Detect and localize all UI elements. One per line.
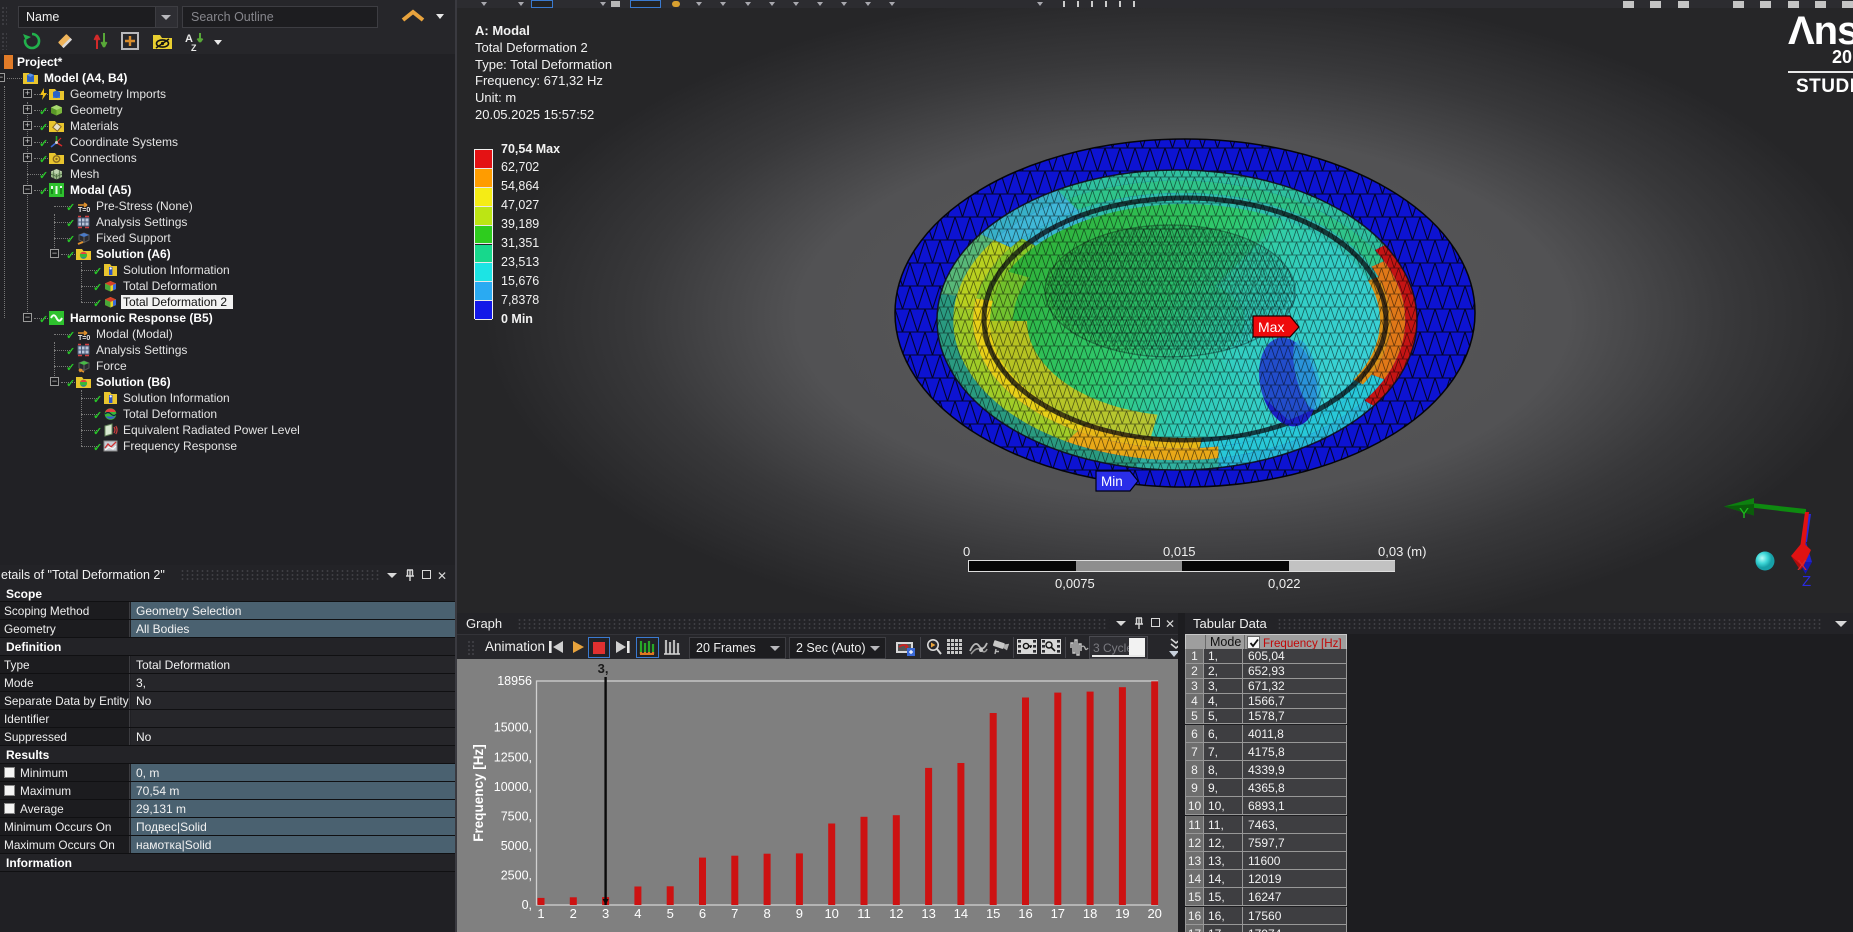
svg-text:12500,: 12500, [494, 750, 532, 764]
svg-text:20: 20 [1147, 906, 1161, 921]
svg-text:T=0: T=0 [78, 335, 90, 341]
svg-text:2: 2 [570, 906, 577, 921]
svg-text:Z: Z [1802, 573, 1811, 590]
svg-text:7: 7 [731, 906, 738, 921]
svg-text:8: 8 [763, 906, 770, 921]
svg-text:12: 12 [889, 906, 903, 921]
svg-text:14: 14 [954, 906, 968, 921]
svg-text:18956: 18956 [497, 674, 532, 688]
svg-text:15: 15 [986, 906, 1000, 921]
svg-text:10000,: 10000, [494, 780, 532, 794]
svg-text:16: 16 [1018, 906, 1032, 921]
svg-text:Frequency [Hz]: Frequency [Hz] [471, 744, 486, 842]
svg-text:19: 19 [1115, 906, 1129, 921]
svg-text:Min: Min [1101, 474, 1123, 489]
svg-text:6: 6 [699, 906, 706, 921]
svg-text:4: 4 [634, 906, 641, 921]
svg-text:10: 10 [824, 906, 838, 921]
svg-text:0,: 0, [522, 898, 532, 912]
svg-text:17: 17 [1051, 906, 1065, 921]
svg-text:3,: 3, [598, 661, 609, 676]
svg-text:7500,: 7500, [501, 809, 532, 823]
svg-text:1: 1 [537, 906, 544, 921]
svg-text:11: 11 [857, 906, 871, 921]
svg-text:5: 5 [667, 906, 674, 921]
svg-text:T=0: T=0 [78, 207, 90, 213]
svg-text:15000,: 15000, [494, 721, 532, 735]
svg-text:Z: Z [191, 43, 197, 52]
svg-text:2500,: 2500, [501, 869, 532, 883]
svg-text:5000,: 5000, [501, 839, 532, 853]
svg-text:18: 18 [1083, 906, 1097, 921]
svg-text:9: 9 [796, 906, 803, 921]
svg-text:X: X [1797, 557, 1807, 574]
svg-text:13: 13 [921, 906, 935, 921]
svg-text:Max: Max [1258, 319, 1284, 335]
svg-text:3: 3 [602, 906, 609, 921]
svg-text:Y: Y [1739, 505, 1749, 522]
